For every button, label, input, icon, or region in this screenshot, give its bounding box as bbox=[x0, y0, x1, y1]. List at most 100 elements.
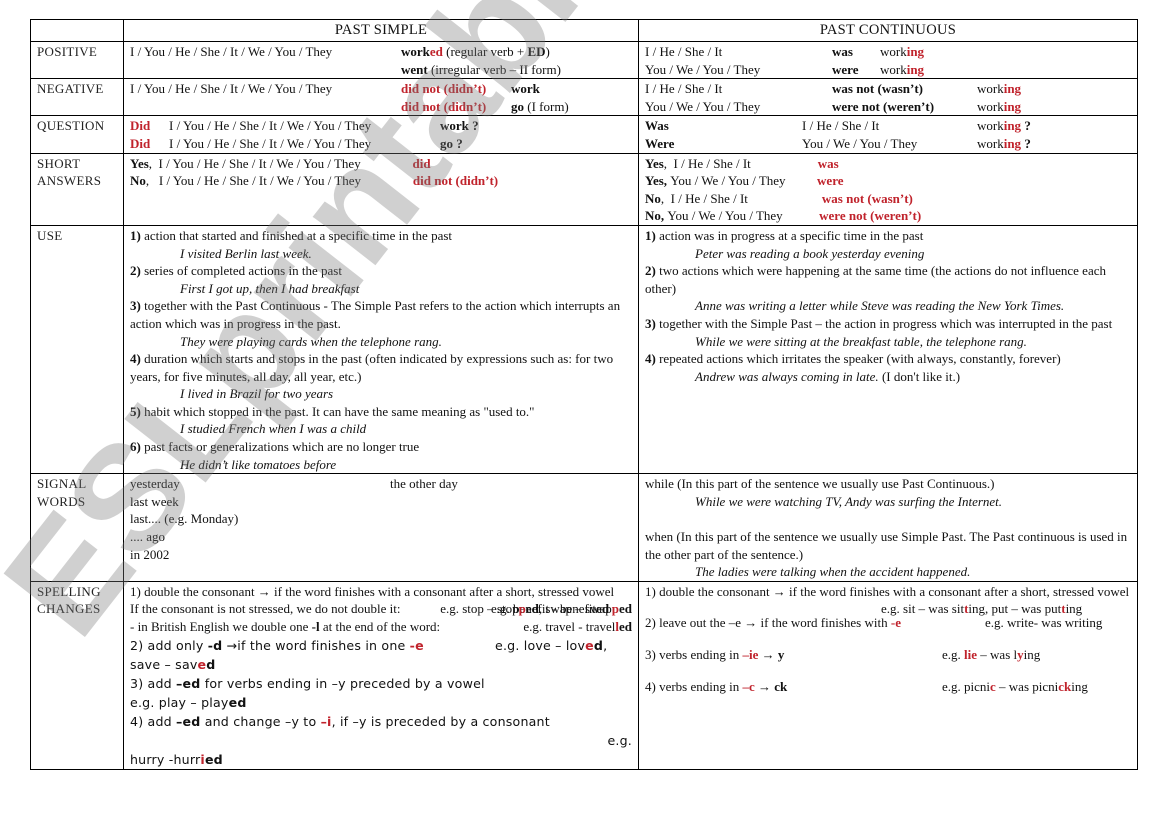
aux-was: Was bbox=[645, 118, 669, 134]
positive-continuous: I / He / She / It was working You / We / Y… bbox=[638, 40, 1138, 80]
rule-4: 4) add –ed and change –y to –i, if –y is… bbox=[130, 712, 632, 769]
rule-text: at the end of the word: bbox=[319, 619, 441, 634]
rule-3: 3) add –ed for verbs ending in –y preced… bbox=[130, 674, 632, 712]
header-past-simple: PAST SIMPLE bbox=[123, 19, 639, 42]
eg: e.g. picni bbox=[942, 678, 991, 694]
verb-go: go bbox=[511, 98, 524, 114]
rule-text: 3) verbs ending in bbox=[645, 647, 743, 662]
use-number: 6) bbox=[130, 439, 141, 455]
no: No bbox=[645, 208, 661, 224]
verb-stem: work bbox=[880, 61, 907, 77]
was: was bbox=[817, 155, 839, 171]
did: Did bbox=[130, 118, 151, 134]
hl: e bbox=[585, 637, 594, 653]
pronouns: I / You / He / She / It / We / You / The… bbox=[158, 173, 362, 189]
verb-stem: work bbox=[977, 81, 1004, 97]
rule-1: 1) double the consonant → if the word fi… bbox=[130, 583, 632, 617]
pronouns: You / We / You / They bbox=[645, 61, 761, 77]
example-text: Peter was reading a book yesterday eveni… bbox=[695, 245, 925, 261]
use-item: 5) habit which stopped in the past. It c… bbox=[130, 403, 632, 421]
signal-word: the other day bbox=[390, 476, 458, 492]
use-example: Anne was writing a letter while Steve wa… bbox=[645, 297, 1131, 315]
example-text: They were playing cards when the telepho… bbox=[180, 333, 442, 349]
eg: e.g. stop – stop bbox=[440, 601, 519, 617]
did: Did bbox=[130, 135, 151, 151]
use-example: Andrew was always coming in late. (I don… bbox=[645, 368, 1131, 386]
example-text: He didn’t like tomatoes before bbox=[180, 456, 337, 472]
eg: save – sav bbox=[130, 656, 198, 672]
rule-text: and change –y to bbox=[200, 713, 321, 729]
label-spelling-changes: SPELLING CHANGES bbox=[30, 580, 124, 770]
hl: -l bbox=[311, 619, 320, 634]
suffix: ing bbox=[906, 44, 925, 59]
header-row: PAST SIMPLE PAST CONTINUOUS bbox=[30, 19, 1138, 42]
use-number: 2) bbox=[645, 263, 656, 279]
pronouns: You / We / You / They bbox=[670, 173, 786, 189]
row-short-answers: SHORT ANSWERS Yes, I / You / He / She / I… bbox=[30, 152, 1138, 226]
did: did bbox=[412, 155, 431, 171]
hl: ed bbox=[525, 601, 539, 617]
pronouns: I / You / He / She / It / We / You / The… bbox=[158, 155, 361, 171]
eg: e.g. bbox=[942, 647, 965, 662]
row-spelling-changes: SPELLING CHANGES 1) double the consonant … bbox=[30, 580, 1138, 770]
spelling-simple: 1) double the consonant → if the word fi… bbox=[123, 580, 639, 770]
eg: , bbox=[603, 637, 608, 653]
label-line: ANSWERS bbox=[37, 173, 102, 189]
was-not: was not (wasn’t) bbox=[832, 81, 923, 97]
hl: –ed bbox=[176, 675, 201, 691]
suffix: ing bbox=[1003, 81, 1022, 97]
use-number: 1) bbox=[130, 227, 141, 243]
row-negative: NEGATIVE I / You / He / She / It / We / … bbox=[30, 78, 1138, 117]
arrow-icon: → bbox=[754, 678, 775, 694]
row-signal-words: SIGNAL WORDS yesterday last week last.... (… bbox=[30, 473, 1138, 582]
pronouns: You / We / You / They bbox=[802, 135, 918, 151]
row-positive: POSITIVE I / You / He / She / It / We / … bbox=[30, 40, 1138, 80]
aux-were: Were bbox=[645, 135, 675, 151]
example-text: Andrew was always coming in late. bbox=[695, 368, 879, 384]
label-question: QUESTION bbox=[30, 115, 124, 154]
pronouns: I / He / She / It bbox=[670, 190, 748, 206]
rule-text: 4) add bbox=[130, 713, 177, 729]
use-item: 4) repeated actions which irritates the … bbox=[645, 350, 1131, 368]
example: While we were watching TV, Andy was surf… bbox=[695, 493, 1003, 509]
rule-text: 1) double the consonant → if the word fi… bbox=[645, 583, 1130, 599]
rule-text: If the consonant is not stressed, we do … bbox=[130, 601, 401, 617]
example-text: Anne was writing a letter while Steve wa… bbox=[695, 298, 1065, 314]
hl: –ed bbox=[176, 713, 201, 729]
use-text: series of completed actions in the past bbox=[140, 263, 342, 279]
rule-3: 3) verbs ending in –ie → y e.g. lie – was… bbox=[645, 646, 1131, 664]
hl: -e bbox=[409, 637, 424, 653]
use-example: I visited Berlin last week. bbox=[130, 245, 632, 263]
hl: -d bbox=[207, 637, 223, 653]
hl: p bbox=[611, 601, 619, 617]
pronouns: I / He / She / It bbox=[645, 44, 723, 59]
note: (I form) bbox=[524, 98, 569, 114]
hl: lie bbox=[964, 647, 978, 662]
example-text: I studied French when I was a child bbox=[180, 421, 367, 437]
verb-go: go ? bbox=[440, 135, 463, 151]
note: (regular verb + bbox=[442, 44, 528, 59]
rule-1c: - in British English we double one -l at… bbox=[130, 618, 632, 636]
rule-text: 3) add bbox=[130, 675, 177, 691]
verb-stem: work bbox=[977, 135, 1004, 151]
pronouns: You / We / You / They bbox=[645, 98, 761, 114]
negative-continuous: I / He / She / It was not (wasn’t) working… bbox=[638, 78, 1138, 117]
use-item: 1) action was in progress at a specific … bbox=[645, 227, 1131, 245]
rule-text: , if –y is preceded by a consonant bbox=[331, 713, 550, 729]
use-example: I lived in Brazil for two years bbox=[130, 385, 632, 403]
rule-4: 4) verbs ending in –c → ck e.g. picnic – … bbox=[645, 678, 1131, 696]
label-signal-words: SIGNAL WORDS bbox=[30, 473, 124, 582]
use-number: 3) bbox=[130, 298, 141, 314]
rule-text: for verbs ending in –y preceded by a vow… bbox=[200, 675, 485, 691]
use-example: I studied French when I was a child bbox=[130, 420, 632, 438]
signal-word: yesterday bbox=[130, 476, 180, 492]
verb-work: work bbox=[511, 81, 540, 97]
eg: ing, put – was put bbox=[968, 601, 1062, 617]
eg: – was l bbox=[977, 647, 1018, 662]
verb-stem: work bbox=[977, 118, 1004, 134]
use-item: 6) past facts or generalizations which a… bbox=[130, 438, 632, 456]
negative-simple: I / You / He / She / It / We / You / The… bbox=[123, 78, 639, 117]
signal-word: last.... (e.g. Monday) bbox=[130, 511, 239, 527]
short-answers-continuous: Yes, I / He / She / It was Yes, You / We … bbox=[638, 152, 1138, 226]
use-text: action was in progress at a specific tim… bbox=[655, 227, 924, 243]
